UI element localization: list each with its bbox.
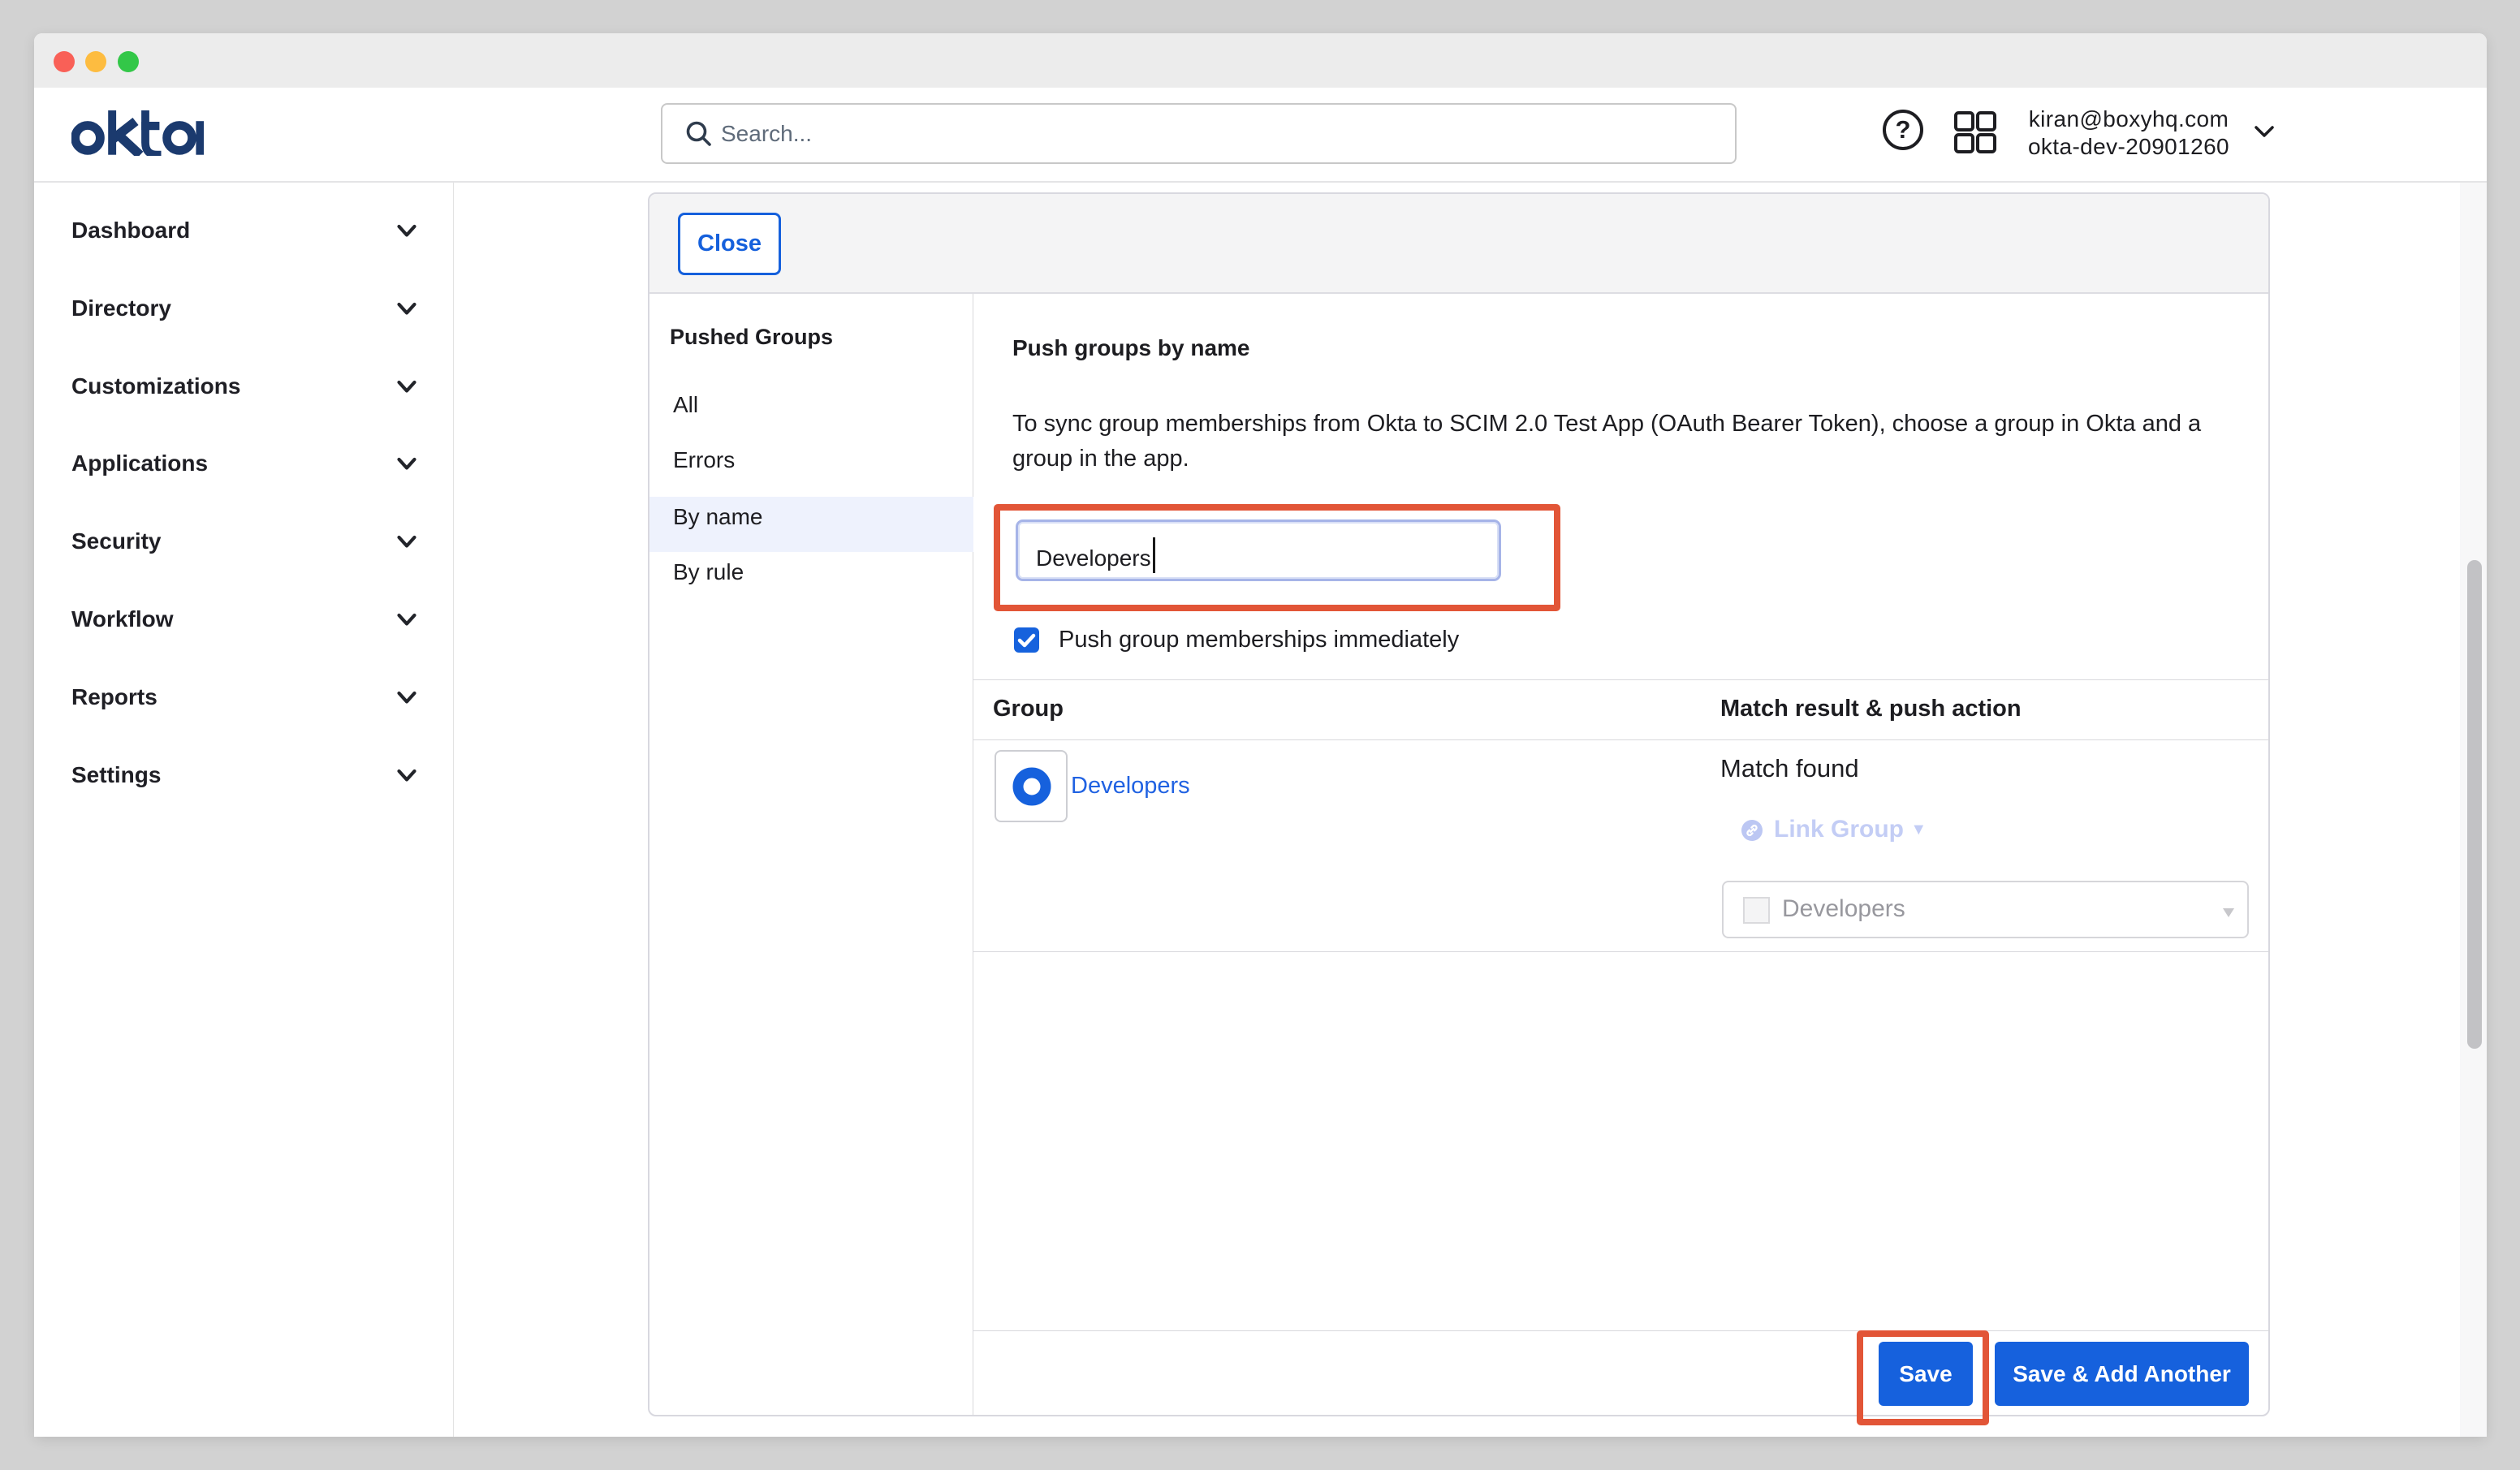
svg-text:?: ? <box>1896 115 1911 144</box>
